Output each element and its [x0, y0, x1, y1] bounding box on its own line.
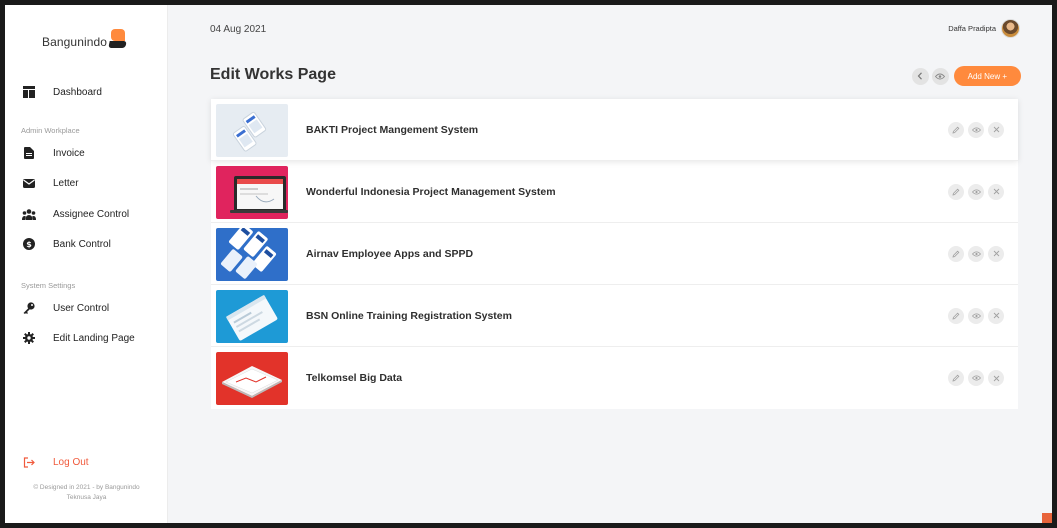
view-button[interactable] — [968, 307, 984, 324]
view-button[interactable] — [968, 370, 984, 386]
sidebar-item-edit-landing-page[interactable]: Edit Landing Page — [20, 328, 135, 348]
sidebar-item-bank-control[interactable]: $ Bank Control — [20, 234, 111, 254]
edit-button[interactable] — [948, 245, 964, 262]
close-icon — [993, 250, 999, 257]
pencil-icon — [952, 188, 960, 196]
view-button[interactable] — [968, 245, 984, 262]
sidebar-item-label: Dashboard — [53, 86, 102, 98]
view-button[interactable] — [968, 183, 984, 200]
delete-button[interactable] — [988, 183, 1004, 200]
work-row-airnav[interactable]: Airnav Employee Apps and SPPD — [211, 223, 1018, 285]
add-new-button[interactable]: Add New + — [953, 66, 1021, 86]
work-thumbnail — [216, 352, 288, 405]
sidebar-item-assignee-control[interactable]: Assignee Control — [20, 204, 129, 224]
work-thumbnail — [216, 166, 288, 219]
eye-icon — [971, 189, 981, 194]
user-name: Daffa Pradipta — [948, 24, 996, 33]
brand-logo[interactable]: Bangunindo — [42, 29, 127, 53]
gear-icon — [20, 329, 38, 347]
row-actions — [944, 370, 1004, 386]
copyright-line: Teknusa Jaya — [66, 494, 107, 501]
sidebar-item-label: Bank Control — [53, 238, 111, 250]
works-list: BAKTI Project Mangement System Wonderful… — [211, 99, 1018, 409]
section-title-admin: Admin Workplace — [21, 126, 80, 135]
work-thumbnail — [216, 228, 288, 281]
app-window: Bangunindo Dashboard Admin Workplace Inv… — [5, 5, 1052, 523]
page-title: Edit Works Page — [210, 66, 336, 83]
work-row-telkomsel[interactable]: Telkomsel Big Data — [211, 347, 1018, 409]
work-title: BSN Online Training Registration System — [306, 309, 512, 322]
work-thumbnail — [216, 290, 288, 343]
main-content: 04 Aug 2021 Daffa Pradipta Edit Works Pa… — [168, 5, 1052, 523]
sidebar-item-letter[interactable]: Letter — [20, 173, 79, 193]
sidebar-item-label: Assignee Control — [53, 208, 130, 220]
close-icon — [993, 375, 999, 381]
pencil-icon — [952, 250, 960, 258]
delete-button[interactable] — [988, 245, 1004, 262]
key-icon — [20, 299, 38, 317]
users-icon — [20, 205, 38, 223]
sidebar-item-label: User Control — [53, 302, 110, 314]
copyright: © Designed in 2021 - by Bangunindo Teknu… — [5, 483, 168, 503]
work-title: Airnav Employee Apps and SPPD — [306, 247, 474, 260]
work-title: Telkomsel Big Data — [306, 372, 403, 384]
eye-icon — [971, 313, 981, 318]
work-row-bsn[interactable]: BSN Online Training Registration System — [211, 285, 1018, 347]
edit-button[interactable] — [948, 370, 964, 386]
dashboard-icon — [20, 83, 38, 101]
logout-icon — [20, 453, 38, 471]
invoice-icon — [20, 144, 38, 162]
logout-button[interactable]: Log Out — [20, 452, 89, 472]
current-date: 04 Aug 2021 — [210, 24, 267, 35]
chevron-left-icon — [917, 72, 923, 80]
delete-button[interactable] — [988, 307, 1004, 324]
work-row-wonderful-indonesia[interactable]: Wonderful Indonesia Project Management S… — [211, 161, 1018, 223]
edit-button[interactable] — [948, 121, 964, 138]
eye-icon — [971, 251, 981, 256]
delete-button[interactable] — [988, 370, 1004, 386]
avatar[interactable] — [1001, 19, 1020, 38]
delete-button[interactable] — [988, 121, 1004, 138]
sidebar-item-dashboard[interactable]: Dashboard — [20, 82, 102, 102]
user-menu[interactable]: Daffa Pradipta — [948, 19, 1020, 38]
work-title: Wonderful Indonesia Project Management S… — [306, 185, 556, 198]
sidebar-item-label: Edit Landing Page — [53, 332, 135, 344]
logout-label: Log Out — [53, 456, 89, 468]
pencil-icon — [952, 312, 960, 320]
sidebar-item-label: Invoice — [53, 147, 85, 159]
section-title-settings: System Settings — [21, 281, 76, 290]
row-actions — [944, 183, 1004, 200]
close-icon — [993, 188, 999, 195]
work-thumbnail — [216, 104, 288, 157]
envelope-icon — [20, 174, 38, 192]
corner-badge-icon — [1042, 513, 1052, 523]
copyright-line: © Designed in 2021 - by Bangunindo — [33, 484, 140, 491]
edit-button[interactable] — [948, 183, 964, 200]
row-actions — [944, 307, 1004, 324]
brand-name: Bangunindo — [42, 35, 108, 49]
preview-button[interactable] — [931, 67, 949, 85]
sidebar-item-invoice[interactable]: Invoice — [20, 143, 85, 163]
page-actions: Add New + — [911, 66, 1021, 86]
work-row-bakti[interactable]: BAKTI Project Mangement System — [211, 99, 1018, 161]
dollar-icon: $ — [20, 235, 38, 253]
eye-icon — [971, 127, 981, 132]
close-icon — [993, 126, 999, 133]
edit-button[interactable] — [948, 307, 964, 324]
pencil-icon — [952, 126, 960, 134]
row-actions — [944, 245, 1004, 262]
eye-icon — [935, 73, 946, 79]
work-title: BAKTI Project Mangement System — [306, 123, 479, 136]
svg-text:$: $ — [26, 240, 32, 249]
eye-icon — [971, 375, 981, 381]
back-button[interactable] — [911, 67, 929, 85]
pencil-icon — [952, 374, 960, 382]
view-button[interactable] — [968, 121, 984, 138]
sidebar: Bangunindo Dashboard Admin Workplace Inv… — [5, 5, 168, 523]
sidebar-item-user-control[interactable]: User Control — [20, 298, 109, 318]
row-actions — [944, 121, 1004, 138]
brand-mark-icon — [108, 29, 127, 53]
sidebar-item-label: Letter — [53, 177, 79, 189]
close-icon — [993, 312, 999, 319]
